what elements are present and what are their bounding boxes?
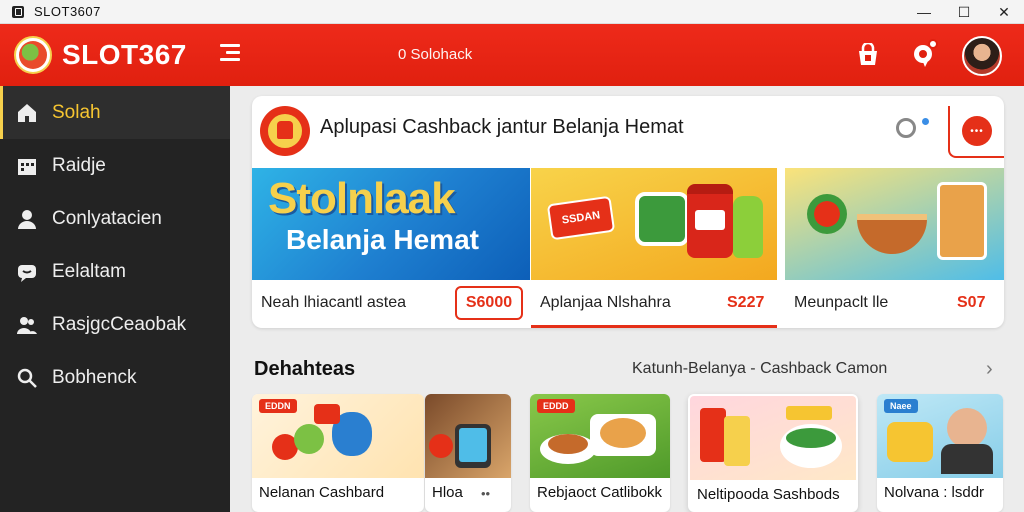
product-name: Nolvana : lsddr (884, 484, 985, 501)
product-cards: EDDN Nelanan Cashbard Hloa •• EDDD Rebja… (252, 394, 1012, 512)
package-image (937, 182, 987, 260)
home-icon (16, 102, 38, 124)
product-card[interactable]: Naee Nolvana : lsddr (877, 394, 1003, 512)
banner-groceries[interactable]: SSDAN (531, 168, 777, 280)
banner-big-text: Stolnlaak (268, 174, 456, 223)
sidebar-item-raidje[interactable]: Raidje (0, 139, 230, 192)
sidebar-item-bobhenck[interactable]: Bobhenck (0, 351, 230, 404)
product-name: Hloa (432, 484, 463, 501)
jar-image (687, 184, 733, 258)
brand-name[interactable]: SLOT367 (62, 39, 187, 71)
window-controls: — ☐ ✕ (904, 0, 1024, 24)
promo-tag: SSDAN (546, 195, 616, 241)
promo-item-label: Neah lhiacantl astea (261, 294, 406, 311)
window-title: SLOT3607 (34, 4, 101, 19)
sidebar-item-label: Solah (52, 101, 101, 123)
product-name: Nelanan Cashbard (259, 484, 385, 501)
sidebar-item-label: RasjgcCeaobak (52, 313, 187, 335)
product-tag: EDDN (259, 399, 297, 413)
people-icon (16, 314, 38, 336)
product-name: Rebjaoct Catlibokk (537, 484, 663, 501)
minimize-button[interactable]: — (904, 0, 944, 24)
chat-bubble-icon (962, 116, 992, 146)
promo-item-price: S07 (957, 294, 986, 311)
bread-image (857, 214, 927, 254)
settings-toggle-icon[interactable] (896, 118, 916, 138)
product-card[interactable]: EDDD Rebjaoct Catlibokk (530, 394, 670, 512)
cart-icon[interactable] (854, 41, 882, 69)
section-link[interactable]: Katunh-Belanya - Cashback Camon (632, 360, 887, 378)
promo-item-label: Aplanjaa Nlshahra (540, 294, 671, 311)
chat-button[interactable] (948, 106, 1004, 158)
close-button[interactable]: ✕ (984, 0, 1024, 24)
banner-sub-text: Belanja Hemat (286, 224, 479, 255)
promo-card: Aplupasi Cashback jantur Belanja Hemat S… (252, 96, 1004, 328)
bottle-image (733, 196, 763, 258)
promo-title: Aplupasi Cashback jantur Belanja Hemat (320, 116, 684, 138)
brand-logo[interactable] (14, 36, 52, 74)
banner-food[interactable] (785, 168, 1004, 280)
app-icon (12, 5, 24, 18)
user-icon (16, 208, 38, 230)
search-icon (16, 367, 38, 389)
chevron-right-icon[interactable]: › (986, 358, 993, 381)
product-card[interactable]: Neltipooda Sashbods (688, 394, 858, 512)
promo-item[interactable]: Aplanjaa Nlshahra S227 (531, 280, 777, 328)
product-card[interactable]: EDDN Nelanan Cashbard (252, 394, 424, 512)
promo-item[interactable]: Meunpaclt lle S07 (785, 280, 1004, 328)
product-tag: EDDD (537, 399, 575, 413)
sidebar-item-home[interactable]: Solah (0, 86, 230, 139)
promo-item[interactable]: Neah lhiacantl astea S6000 (252, 280, 530, 328)
sidebar-item-rasjgcceaobak[interactable]: RasjgcCeaobak (0, 298, 230, 351)
sidebar: Solah Raidje Conlyatacien Eelaltam Rasjg… (0, 86, 230, 512)
promo-item-price: S227 (727, 294, 765, 311)
sidebar-item-conlyatacien[interactable]: Conlyatacien (0, 192, 230, 245)
promo-logo (260, 106, 310, 156)
app-header: SLOT367 0 Solohack (0, 24, 1024, 86)
banner-belanja-hemat[interactable]: Stolnlaak Belanja Hemat (252, 168, 530, 280)
sidebar-item-label: Bobhenck (52, 366, 137, 388)
maximize-button[interactable]: ☐ (944, 0, 984, 24)
header-center-text: 0 Solohack (398, 46, 473, 63)
section-title: Dehahteas (254, 358, 356, 380)
sidebar-item-label: Conlyatacien (52, 207, 162, 229)
product-tag: Naee (884, 399, 918, 413)
sidebar-item-eelaltam[interactable]: Eelaltam (0, 245, 230, 298)
notification-icon[interactable] (910, 39, 938, 69)
status-dot (922, 118, 929, 125)
product-image (690, 396, 856, 480)
product-image (425, 394, 511, 478)
more-icon[interactable]: •• (481, 486, 490, 501)
menu-icon[interactable] (220, 44, 240, 64)
promo-item-label: Meunpaclt lle (794, 294, 889, 311)
notification-badge (928, 39, 938, 49)
vegetables-image (807, 194, 847, 234)
chat-icon (16, 261, 38, 283)
building-icon (16, 155, 38, 177)
product-name: Neltipooda Sashbods (697, 486, 840, 503)
sidebar-item-label: Raidje (52, 154, 106, 176)
window-titlebar: SLOT3607 — ☐ ✕ (0, 0, 1024, 24)
promo-item-price[interactable]: S6000 (455, 286, 523, 320)
mug-image (635, 192, 689, 246)
main-content: Aplupasi Cashback jantur Belanja Hemat S… (230, 86, 1024, 512)
product-card[interactable]: Hloa •• (425, 394, 511, 512)
sidebar-item-label: Eelaltam (52, 260, 126, 282)
user-avatar[interactable] (962, 36, 1002, 76)
